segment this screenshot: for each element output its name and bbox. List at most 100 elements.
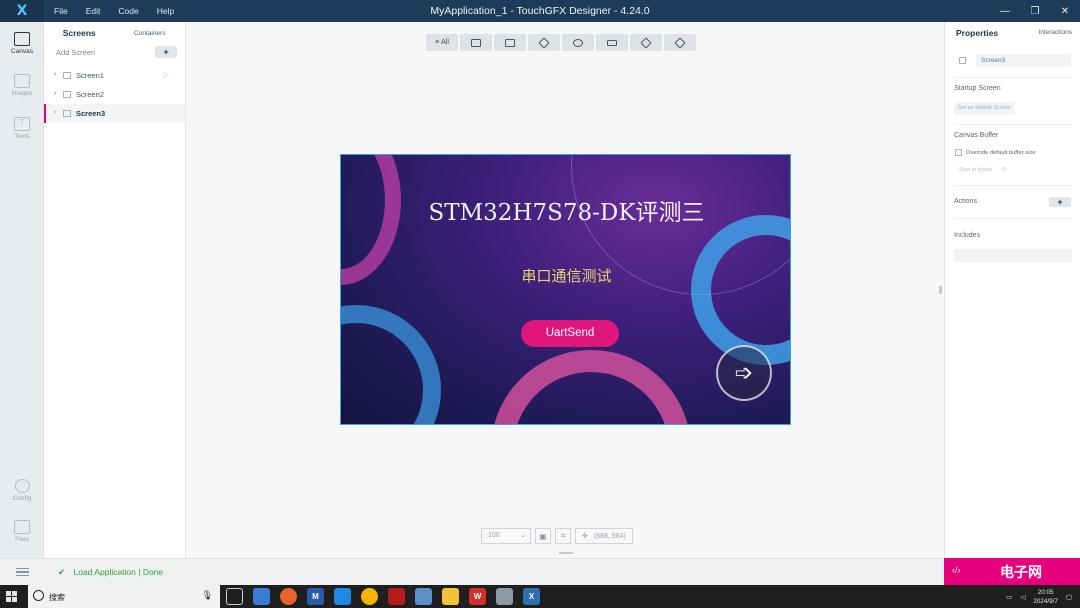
- canvas-bottom-bar: 100 ⌄ ▣ ⌗ ✥ (688, 584): [481, 528, 633, 544]
- shapes-icon[interactable]: [562, 34, 594, 51]
- add-action-button[interactable]: +: [1049, 197, 1071, 207]
- canvas-area[interactable]: ≡ All STM32H7S78-DK评测三 串口通信测试 UartSend ➩…: [186, 22, 944, 558]
- screen-row-screen3[interactable]: › Screen3: [44, 104, 185, 123]
- rail-files[interactable]: Files: [0, 520, 44, 543]
- taskbar-search[interactable]: 搜索 🎙: [28, 585, 220, 608]
- stack-icon[interactable]: [664, 34, 696, 51]
- chevron-right-icon[interactable]: ›: [54, 71, 56, 78]
- app-icon[interactable]: [388, 588, 405, 605]
- minimize-button[interactable]: —: [990, 0, 1020, 22]
- add-screen-row: Add Screen +: [44, 44, 185, 62]
- title-bar: X File Edit Code Help MyApplication_1 - …: [0, 0, 1080, 22]
- volume-icon[interactable]: ◁: [1020, 593, 1025, 601]
- screens-panel: Screens Containers Add Screen + › Screen…: [44, 22, 186, 558]
- rail-images[interactable]: Images: [0, 74, 44, 97]
- override-buffer-checkbox[interactable]: [955, 149, 962, 156]
- layers-icon[interactable]: [528, 34, 560, 51]
- rail-canvas[interactable]: Canvas: [0, 32, 44, 55]
- network-icon[interactable]: ▭: [1006, 593, 1012, 601]
- size-in-bytes-value[interactable]: 0: [1003, 167, 1006, 173]
- filter-all-button[interactable]: ≡ All: [426, 34, 458, 51]
- app-icon[interactable]: [253, 588, 270, 605]
- menu-icon[interactable]: [16, 568, 29, 576]
- touchgfx-icon[interactable]: X: [523, 588, 540, 605]
- app-icon[interactable]: [415, 588, 432, 605]
- includes-field[interactable]: [954, 249, 1072, 262]
- wps-icon[interactable]: W: [469, 588, 486, 605]
- check-icon: ✔: [58, 567, 66, 577]
- chevron-down-icon: ⌄: [520, 532, 526, 539]
- arrow-right-icon: ➩: [734, 360, 754, 385]
- app-icon[interactable]: M: [307, 588, 324, 605]
- cube-icon[interactable]: [630, 34, 662, 51]
- images-icon: [14, 74, 30, 88]
- screen-title: STM32H7S78-DK评测三: [428, 200, 705, 226]
- size-in-bytes-label: Size in bytes: [959, 167, 992, 173]
- notification-icon[interactable]: ▢: [1066, 593, 1072, 601]
- properties-panel: Properties Interactions Screen3 Startup …: [944, 22, 1080, 558]
- task-view-icon[interactable]: [226, 588, 243, 605]
- chrome-icon[interactable]: [361, 588, 378, 605]
- firefox-icon[interactable]: [280, 588, 297, 605]
- actions-heading: Actions: [954, 198, 977, 205]
- watermark-badge: ‹/› 电子网: [944, 558, 1080, 585]
- rail-texts[interactable]: T Texts: [0, 117, 44, 140]
- play-icon[interactable]: ▷: [164, 71, 169, 79]
- uart-send-button[interactable]: UartSend: [521, 320, 619, 347]
- screen-icon: [959, 57, 966, 64]
- image-icon[interactable]: [494, 34, 526, 51]
- screen-icon: [63, 72, 71, 79]
- chevron-right-icon[interactable]: ›: [54, 109, 56, 116]
- texts-icon: T: [14, 117, 30, 131]
- screen-row-screen2[interactable]: › Screen2: [44, 85, 185, 104]
- maximize-button[interactable]: ❐: [1020, 0, 1050, 22]
- widget-toolbar: ≡ All: [426, 34, 696, 51]
- cursor-coordinates: ✥ (688, 584): [575, 528, 633, 544]
- watermark-text: 电子网: [1000, 564, 1042, 580]
- screen-icon: [63, 110, 71, 117]
- microphone-icon[interactable]: 🎙: [202, 590, 213, 601]
- windows-start-icon[interactable]: [6, 591, 17, 602]
- screen-row-screen1[interactable]: › Screen1 ▷: [44, 66, 185, 85]
- status-message: ✔ Load Application | Done: [58, 567, 164, 577]
- taskbar: 搜索 🎙 M W X ▭ ◁ 20:05 2024/9/7 ▢: [0, 585, 1080, 608]
- tab-interactions[interactable]: Interactions: [1038, 29, 1072, 36]
- gear-icon: [14, 479, 30, 493]
- search-icon: [33, 590, 44, 601]
- tab-containers[interactable]: Containers: [115, 30, 186, 37]
- cloud-icon[interactable]: [334, 588, 351, 605]
- screen-subtitle: 串口通信测试: [521, 267, 612, 285]
- list-icon: ≡: [435, 39, 440, 46]
- screen-name-field[interactable]: Screen3: [976, 54, 1071, 67]
- next-screen-button[interactable]: ➩: [716, 345, 772, 401]
- folder-icon[interactable]: [442, 588, 459, 605]
- close-button[interactable]: ✕: [1050, 0, 1080, 22]
- app-icon[interactable]: [496, 588, 513, 605]
- crop-icon[interactable]: ⌗: [555, 528, 571, 544]
- zoom-select[interactable]: 100 ⌄: [481, 528, 531, 544]
- set-startup-button[interactable]: Set as startup Screen: [954, 102, 1015, 115]
- cursor-icon[interactable]: [460, 34, 492, 51]
- chevron-right-icon[interactable]: ›: [54, 90, 56, 97]
- left-rail: Canvas Images T Texts Config Files: [0, 22, 44, 558]
- screen-preview[interactable]: STM32H7S78-DK评测三 串口通信测试 UartSend ➩: [340, 154, 791, 425]
- canvas-icon: [14, 32, 30, 46]
- bottom-resize-handle[interactable]: [559, 552, 573, 554]
- text-box-icon[interactable]: [596, 34, 628, 51]
- system-tray: ▭ ◁ 20:05 2024/9/7 ▢: [1006, 585, 1072, 608]
- rail-config[interactable]: Config: [0, 479, 44, 502]
- taskbar-apps: M W X: [226, 588, 540, 605]
- tab-screens[interactable]: Screens: [44, 28, 115, 38]
- canvas-buffer-heading: Canvas Buffer: [954, 132, 999, 139]
- fit-icon[interactable]: ▣: [535, 528, 551, 544]
- override-buffer-label: Override default buffer size: [966, 150, 1036, 156]
- window-title: MyApplication_1 - TouchGFX Designer - 4.…: [430, 5, 650, 17]
- code-icon: ‹/›: [952, 565, 961, 575]
- tab-properties[interactable]: Properties: [956, 28, 998, 38]
- panel-resize-handle[interactable]: [939, 286, 942, 294]
- add-screen-button[interactable]: +: [155, 46, 177, 58]
- clock[interactable]: 20:05 2024/9/7: [1033, 588, 1058, 606]
- includes-heading: Includes: [954, 232, 981, 239]
- decorative-ring: [491, 350, 691, 424]
- screen-icon: [63, 91, 71, 98]
